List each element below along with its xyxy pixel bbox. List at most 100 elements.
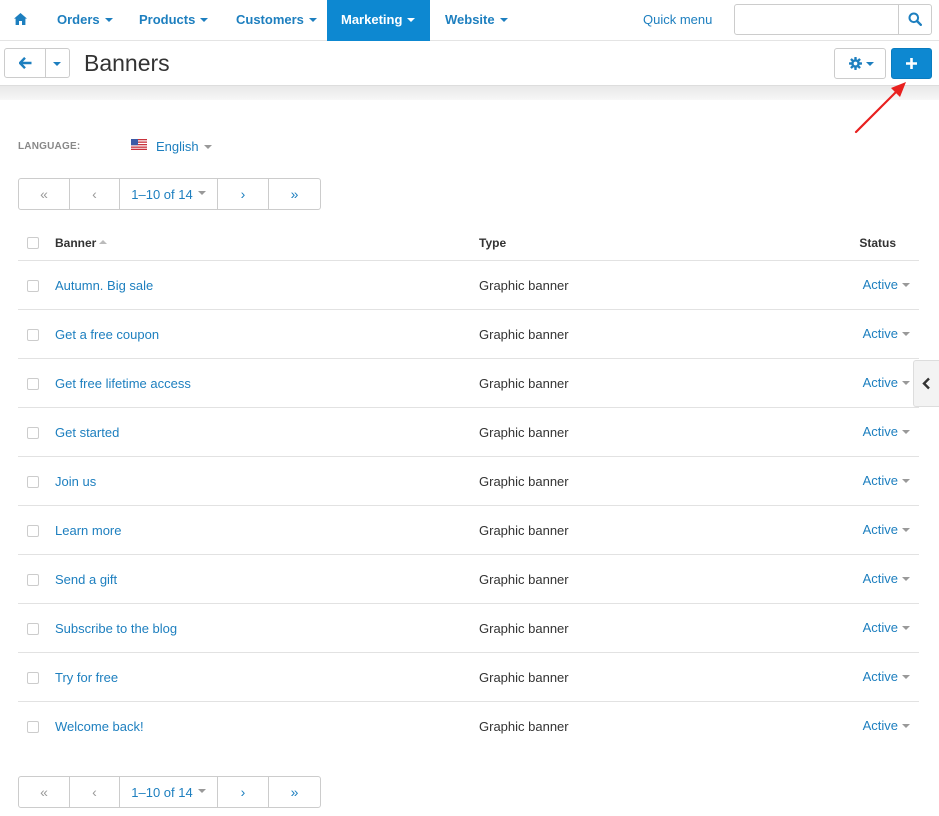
banner-type: Graphic banner [479, 719, 569, 734]
caret-down-icon [197, 789, 206, 793]
chevron-left-icon [922, 377, 930, 390]
header-divider [0, 86, 939, 100]
status-dropdown[interactable]: Active [863, 473, 910, 488]
caret-down-icon [499, 17, 508, 22]
title-bar: Banners [0, 41, 939, 86]
banner-name-link[interactable]: Try for free [55, 670, 118, 685]
caret-down-icon [902, 331, 910, 336]
banner-name-link[interactable]: Welcome back! [55, 719, 144, 734]
status-dropdown[interactable]: Active [863, 375, 910, 390]
column-header-banner[interactable]: Banner [55, 236, 108, 250]
search-button[interactable] [898, 5, 931, 34]
row-checkbox[interactable] [27, 476, 39, 488]
row-checkbox[interactable] [27, 574, 39, 586]
banner-type: Graphic banner [479, 572, 569, 587]
search-icon [908, 12, 922, 26]
caret-down-icon [197, 191, 206, 195]
row-checkbox[interactable] [27, 525, 39, 537]
caret-down-icon [200, 17, 209, 22]
table-row: Welcome back! Graphic banner Active [18, 702, 919, 751]
top-navigation: Orders Products Customers Marketing Webs… [0, 0, 939, 41]
nav-marketing[interactable]: Marketing [327, 0, 430, 41]
pagination-bottom: « ‹ 1–10 of 14 › » [18, 776, 321, 808]
sidebar-toggle-button[interactable] [913, 360, 939, 407]
nav-products[interactable]: Products [125, 0, 222, 41]
nav-website[interactable]: Website [431, 0, 522, 41]
caret-down-icon [902, 723, 910, 728]
banner-type: Graphic banner [479, 621, 569, 636]
gear-icon [849, 57, 862, 70]
banner-type: Graphic banner [479, 474, 569, 489]
nav-orders[interactable]: Orders [43, 0, 127, 41]
nav-customers[interactable]: Customers [222, 0, 331, 41]
row-checkbox[interactable] [27, 427, 39, 439]
row-checkbox[interactable] [27, 329, 39, 341]
row-checkbox[interactable] [27, 623, 39, 635]
banner-type: Graphic banner [479, 523, 569, 538]
banner-name-link[interactable]: Get started [55, 425, 119, 440]
status-dropdown[interactable]: Active [863, 571, 910, 586]
quick-menu-link[interactable]: Quick menu [643, 0, 712, 40]
back-button[interactable] [4, 48, 46, 78]
add-banner-button[interactable] [891, 48, 932, 79]
language-selector[interactable]: English [156, 139, 212, 154]
home-nav-button[interactable] [0, 0, 41, 41]
sort-ascending-icon [99, 240, 108, 245]
table-row: Learn more Graphic banner Active [18, 506, 919, 555]
table-row: Get free lifetime access Graphic banner … [18, 359, 919, 408]
status-dropdown[interactable]: Active [863, 277, 910, 292]
arrow-left-icon [19, 57, 32, 69]
previous-page-button[interactable]: ‹ [70, 777, 120, 807]
caret-down-icon [902, 380, 910, 385]
banner-name-link[interactable]: Subscribe to the blog [55, 621, 177, 636]
table-row: Autumn. Big sale Graphic banner Active [18, 261, 919, 310]
last-page-button[interactable]: » [269, 179, 320, 209]
banner-type: Graphic banner [479, 327, 569, 342]
caret-down-icon [902, 527, 910, 532]
search-box [734, 4, 932, 35]
status-dropdown[interactable]: Active [863, 669, 910, 684]
first-page-button[interactable]: « [19, 179, 70, 209]
caret-down-icon [902, 674, 910, 679]
table-row: Send a gift Graphic banner Active [18, 555, 919, 604]
table-header: Banner Type Status [18, 226, 919, 261]
caret-down-icon [902, 282, 910, 287]
table-row: Get a free coupon Graphic banner Active [18, 310, 919, 359]
banner-name-link[interactable]: Learn more [55, 523, 121, 538]
caret-down-icon [902, 478, 910, 483]
caret-down-icon [308, 17, 317, 22]
next-page-button[interactable]: › [218, 179, 269, 209]
next-page-button[interactable]: › [218, 777, 269, 807]
status-dropdown[interactable]: Active [863, 620, 910, 635]
status-dropdown[interactable]: Active [863, 326, 910, 341]
banner-type: Graphic banner [479, 670, 569, 685]
select-all-checkbox[interactable] [27, 237, 39, 249]
status-dropdown[interactable]: Active [863, 424, 910, 439]
banner-type: Graphic banner [479, 278, 569, 293]
caret-down-icon [53, 62, 61, 66]
first-page-button[interactable]: « [19, 777, 70, 807]
row-checkbox[interactable] [27, 672, 39, 684]
banner-name-link[interactable]: Get free lifetime access [55, 376, 191, 391]
row-checkbox[interactable] [27, 721, 39, 733]
previous-page-button[interactable]: ‹ [70, 179, 120, 209]
language-label: LANGUAGE: [18, 141, 81, 152]
banner-name-link[interactable]: Join us [55, 474, 96, 489]
status-dropdown[interactable]: Active [863, 522, 910, 537]
status-dropdown[interactable]: Active [863, 718, 910, 733]
back-history-dropdown[interactable] [45, 48, 70, 78]
row-checkbox[interactable] [27, 280, 39, 292]
last-page-button[interactable]: » [269, 777, 320, 807]
table-row: Subscribe to the blog Graphic banner Act… [18, 604, 919, 653]
page-range-dropdown[interactable]: 1–10 of 14 [120, 179, 218, 209]
row-checkbox[interactable] [27, 378, 39, 390]
column-header-type: Type [479, 236, 507, 250]
banner-name-link[interactable]: Get a free coupon [55, 327, 159, 342]
search-input[interactable] [735, 5, 899, 34]
table-row: Get started Graphic banner Active [18, 408, 919, 457]
banner-type: Graphic banner [479, 376, 569, 391]
banner-name-link[interactable]: Send a gift [55, 572, 117, 587]
banner-name-link[interactable]: Autumn. Big sale [55, 278, 153, 293]
page-range-dropdown[interactable]: 1–10 of 14 [120, 777, 218, 807]
settings-dropdown-button[interactable] [834, 48, 886, 79]
